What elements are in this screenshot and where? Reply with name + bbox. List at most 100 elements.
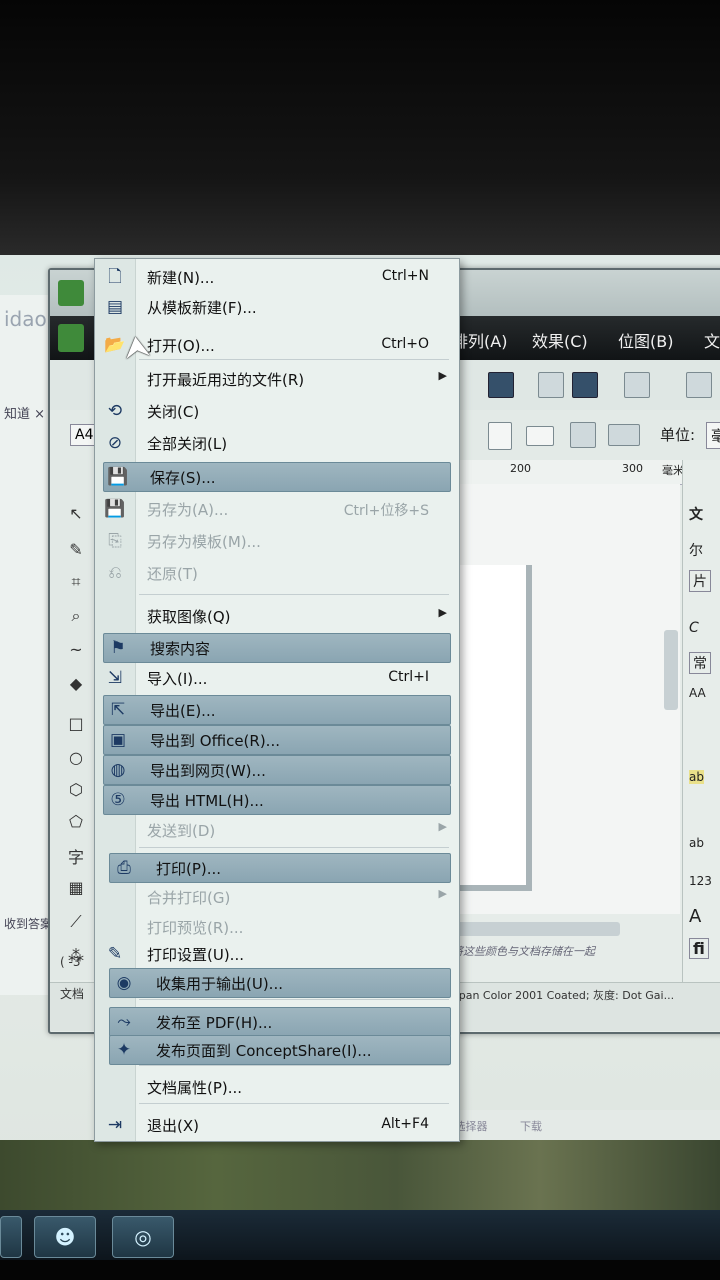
menu-item-26[interactable]: ⇥ 退出(X) Alt+F4 [101,1111,451,1139]
menu-item-4[interactable]: ⟲ 关闭(C) [101,397,451,425]
menu-item-25[interactable]: 文档属性(P)... [101,1073,451,1101]
menu-item-13[interactable]: ⇱ 导出(E)... [103,695,451,725]
status-hint: 将这些颜色与文档存储在一起 [452,945,595,958]
import-tool-icon[interactable] [538,372,564,398]
close-doc-icon: ⟲ [107,401,123,421]
menu-item-label: 导出(E)... [150,702,216,720]
pick-tool-icon[interactable]: ↖ [58,504,94,528]
export-tool-icon[interactable] [572,372,598,398]
photo-dark-bottom [0,1260,720,1280]
publish-pdf-tool-icon[interactable] [624,372,650,398]
menu-arrange[interactable]: 排列(A) [452,328,507,352]
taskbar-app-icon[interactable]: ◎ [112,1216,174,1258]
vertical-scrollbar[interactable] [664,630,678,710]
menu-separator [139,999,449,1000]
menu-item-14[interactable]: ▣ 导出到 Office(R)... [103,725,451,755]
menu-item-11[interactable]: ⚑ 搜索内容 [103,633,451,663]
menu-item-5[interactable]: ⊘ 全部关闭(L) [101,429,451,457]
horizontal-ruler: 200 300 毫米 [450,460,720,485]
new-doc-icon: 🗋 [108,267,122,287]
menu-separator [139,594,449,595]
search-content-icon: ⚑ [110,638,126,658]
submenu-arrow-icon: ▶ [438,606,447,619]
save-icon: 💾 [107,467,129,487]
menu-bitmaps[interactable]: 位图(B) [618,328,673,352]
horizontal-scrollbar[interactable] [450,922,620,936]
mouse-cursor-icon: ⮝ [121,328,152,367]
polygon-tool-icon[interactable]: ⬡ [58,780,94,804]
menu-item-8: ⎘ 另存为模板(M)... [101,527,451,555]
menu-item-15[interactable]: ◍ 导出到网页(W)... [103,755,451,785]
connector-tool-icon[interactable]: ⟋ [58,912,94,936]
taskbar-button[interactable] [0,1216,22,1258]
current-page-icon[interactable] [608,424,640,446]
menu-effects[interactable]: 效果(C) [532,328,588,352]
menu-item-label: 关闭(C) [147,403,200,421]
app-logo-icon [58,280,84,306]
docker-field[interactable]: 片 [689,570,711,592]
landscape-icon[interactable] [526,426,554,446]
menu-item-label: 导出到 Office(R)... [150,732,280,750]
basic-shapes-icon[interactable]: ⬠ [58,812,94,836]
menu-item-shortcut: Ctrl+位移+S [343,503,429,519]
docker-text: C [689,620,699,636]
ruler-unit: 毫米 [662,464,684,477]
drawing-page[interactable] [450,565,532,891]
menu-separator [139,359,449,360]
menu-item-6[interactable]: 💾 保存(S)... [103,462,451,492]
docker-text: A [689,906,702,927]
menu-item-1[interactable]: ▤ 从模板新建(F)... [101,293,451,321]
freehand-tool-icon[interactable]: ~ [58,640,94,664]
conceptshare-icon: ✦ [116,1040,132,1060]
smart-fill-icon[interactable]: ◆ [58,674,94,698]
menu-item-2[interactable]: 📂 打开(O)... Ctrl+O [101,331,451,359]
menu-item-22[interactable]: ◉ 收集用于输出(U)... [109,968,451,998]
browser-tab-label[interactable]: 知道 × [4,403,45,422]
collect-output-icon: ◉ [116,973,132,993]
menu-item-10[interactable]: 获取图像(Q) ▶ [101,602,451,630]
import-icon: ⇲ [107,668,123,688]
status-color-profile: apan Color 2001 Coated; 灰度: Dot Gai... [452,989,675,1002]
search-content-tool-icon[interactable] [488,372,514,398]
docker-style-select[interactable]: 常 [689,652,711,674]
menu-item-24[interactable]: ✦ 发布页面到 ConceptShare(I)... [109,1035,451,1065]
portrait-icon[interactable] [488,422,512,450]
rectangle-tool-icon[interactable]: □ [58,714,94,738]
menu-separator [139,1103,449,1104]
ellipse-tool-icon[interactable]: ○ [58,748,94,772]
unit-select[interactable]: 毫 [706,422,720,449]
crop-tool-icon[interactable]: ⌗ [58,572,94,596]
menu-text[interactable]: 文 [704,328,720,352]
menu-item-23[interactable]: ⤳ 发布至 PDF(H)... [109,1007,451,1037]
docker-ligature-button[interactable]: fi [689,938,709,959]
export-web-icon: ◍ [110,760,126,780]
ruler-label: 200 [510,462,531,475]
shape-tool-icon[interactable]: ✎ [58,540,94,564]
menu-item-21[interactable]: ✎ 打印设置(U)... [101,940,451,968]
zoom-icon[interactable]: ⌕ [58,606,94,630]
menu-item-18[interactable]: ⎙ 打印(P)... [109,853,451,883]
menu-item-label: 打印(P)... [156,860,222,878]
save-as-icon: 💾 [104,499,126,519]
menu-item-label: 搜索内容 [150,640,211,658]
menu-item-shortcut: Ctrl+I [388,669,429,685]
docker-text: ab [689,836,704,850]
menu-item-label: 另存为模板(M)... [147,533,261,551]
zoom-tool-icon[interactable] [686,372,712,398]
export-html-icon: ⑤ [110,790,126,810]
table-tool-icon[interactable]: ▦ [58,878,94,902]
docker-tab-label[interactable]: 文 [689,504,703,524]
menu-item-7: 💾 另存为(A)... Ctrl+位移+S [101,495,451,523]
menu-item-12[interactable]: ⇲ 导入(I)... Ctrl+I [101,664,451,692]
menu-item-16[interactable]: ⑤ 导出 HTML(H)... [103,785,451,815]
menu-item-3[interactable]: 打开最近用过的文件(R) ▶ [101,365,451,393]
status-coord: ( -3 [60,955,81,969]
taskbar-app-icon[interactable]: ☻ [34,1216,96,1258]
menu-item-0[interactable]: 🗋 新建(N)... Ctrl+N [101,263,451,291]
menu-item-label: 发送到(D) [147,822,216,840]
all-pages-icon[interactable] [570,422,596,448]
menu-item-label: 文档属性(P)... [147,1079,243,1097]
menu-item-label: 导出 HTML(H)... [150,792,264,810]
text-tool-icon[interactable]: 字 [58,844,94,868]
close-all-icon: ⊘ [107,433,123,453]
